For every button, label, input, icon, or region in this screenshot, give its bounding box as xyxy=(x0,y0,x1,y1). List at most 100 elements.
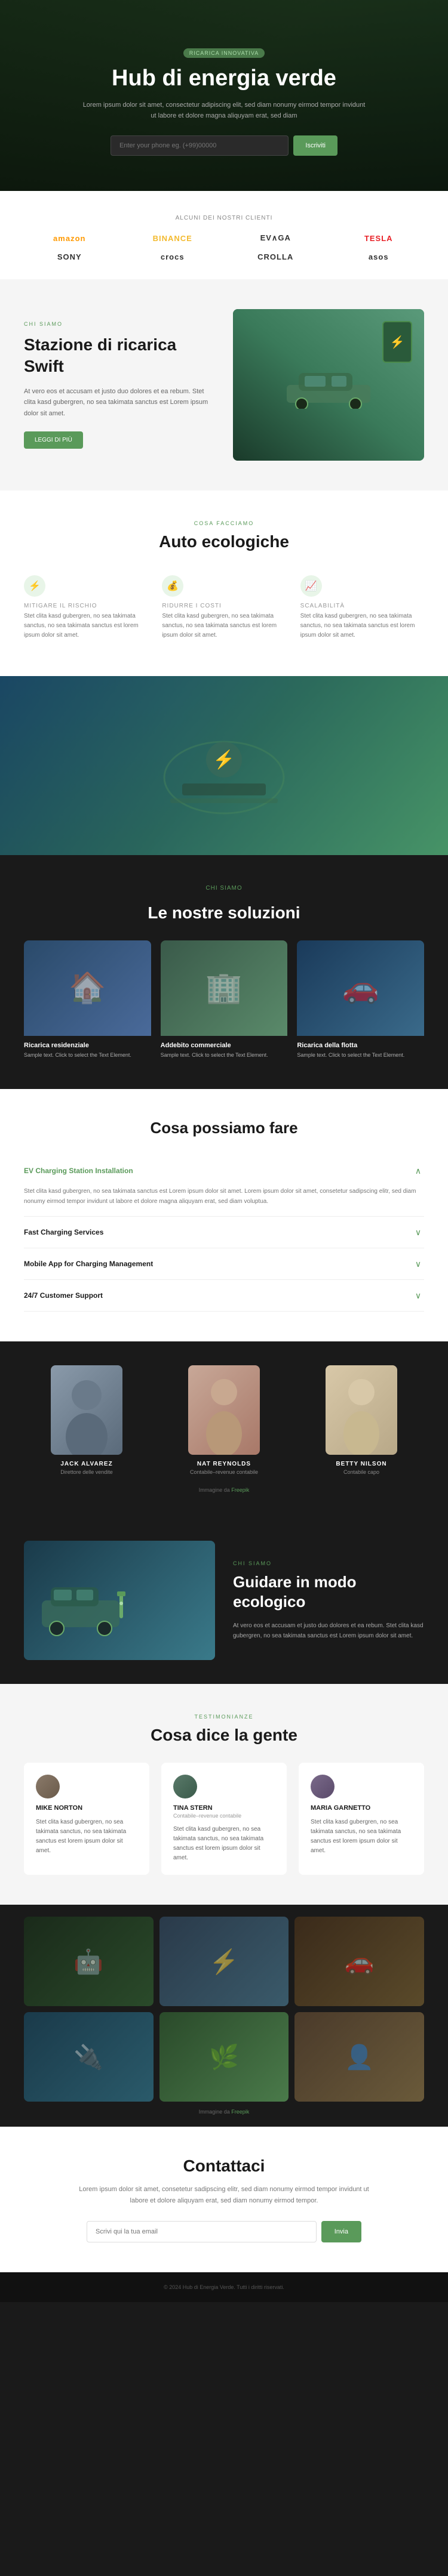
feature-label-2: RIDURRE I COSTI xyxy=(162,603,286,609)
solution-image-1: 🏠 xyxy=(24,940,151,1036)
team-name-2: NAT REYNOLDS xyxy=(161,1461,287,1467)
what-title: Auto ecologiche xyxy=(24,532,424,551)
gallery-image-label: Immagine da Freepik xyxy=(24,2109,424,2115)
hero-description: Lorem ipsum dolor sit amet, consectetur … xyxy=(81,100,367,121)
client-logo-binance: BINANCE xyxy=(153,234,192,243)
charging-icon: ⚡ xyxy=(382,321,412,363)
accordion-icon-2: ∨ xyxy=(412,1226,424,1238)
feature-label-3: SCALABILITÀ xyxy=(300,603,424,609)
feature-label-1: MITIGARE IL RISCHIO xyxy=(24,603,148,609)
accordion-icon-4: ∨ xyxy=(412,1289,424,1301)
testimonial-card-2: TINA STERN Contabile–revenue contabile S… xyxy=(161,1763,287,1875)
clients-grid: amazon BINANCE EV∧GA TESLA SONY crocs CR… xyxy=(24,233,424,261)
solution-icon-3: 🚗 xyxy=(297,940,424,1036)
clients-section: Alcuni dei nostri clienti amazon BINANCE… xyxy=(0,191,448,279)
testimonial-role-2: Contabile–revenue contabile xyxy=(173,1813,275,1819)
guide-content: CHI SIAMO Guidare in modo ecologico At v… xyxy=(233,1560,424,1642)
team-photo-3 xyxy=(326,1365,397,1455)
feature-icon-3: 📈 xyxy=(300,575,322,597)
client-logo-tesla: TESLA xyxy=(364,234,393,243)
gallery-image-source[interactable]: Freepik xyxy=(231,2109,249,2115)
solution-icon-2: 🏢 xyxy=(161,940,288,1036)
who-title: Stazione di ricarica Swift xyxy=(24,334,215,378)
hero-form: Iscriviti xyxy=(111,135,337,156)
testimonial-text-2: Stet clita kasd gubergren, no sea takima… xyxy=(173,1825,275,1863)
who-section: CHI SIAMO Stazione di ricarica Swift At … xyxy=(0,279,448,490)
feature-desc-1: Stet clita kasd gubergren, no sea takima… xyxy=(24,612,148,640)
testimonial-name-1: MIKE NORTON xyxy=(36,1804,137,1812)
cando-title: Cosa possiamo fare xyxy=(24,1119,424,1137)
accordion-header-1[interactable]: EV Charging Station Installation ∧ xyxy=(24,1155,424,1186)
testimonial-name-3: MARIA GARNETTO xyxy=(311,1804,412,1812)
testimonial-text-1: Stet clita kasd gubergren, no sea takima… xyxy=(36,1818,137,1856)
team-card-2: NAT REYNOLDS Contabile–revenue contabile xyxy=(161,1365,287,1475)
guide-image-inner xyxy=(24,1541,215,1660)
car-illustration xyxy=(275,361,382,409)
who-description: At vero eos et accusam et justo duo dolo… xyxy=(24,386,215,419)
solutions-label: CHI SIAMO xyxy=(24,885,424,891)
solution-desc-1: Sample text. Click to select the Text El… xyxy=(24,1051,151,1060)
gallery-visual-5: 🌿 xyxy=(159,2012,289,2102)
contact-form: Invia xyxy=(87,2221,361,2242)
contact-submit-button[interactable]: Invia xyxy=(321,2221,361,2242)
guide-ev-svg xyxy=(36,1571,131,1648)
accordion-icon-3: ∨ xyxy=(412,1258,424,1270)
feature-desc-2: Stet clita kasd gubergren, no sea takima… xyxy=(162,612,286,640)
gallery-item-4: 🔌 xyxy=(24,2012,154,2102)
who-image-car: ⚡ xyxy=(233,309,424,461)
phone-input[interactable] xyxy=(111,135,289,156)
hero-cta-button[interactable]: Iscriviti xyxy=(293,135,337,156)
hero-section: RICARICA INNOVATIVA Hub di energia verde… xyxy=(0,0,448,191)
team-image-source[interactable]: Freepik xyxy=(231,1487,249,1493)
hero-title: Hub di energia verde xyxy=(81,65,367,92)
team-grid: JACK ALVAREZ Direttore delle vendite NAT… xyxy=(24,1365,424,1475)
testimonial-avatar-2 xyxy=(173,1775,197,1798)
solution-title-3: Ricarica della flotta xyxy=(297,1042,424,1049)
accordion-header-3[interactable]: Mobile App for Charging Management ∨ xyxy=(24,1248,424,1279)
feature-desc-3: Stet clita kasd gubergren, no sea takima… xyxy=(300,612,424,640)
guide-image xyxy=(24,1541,215,1660)
charging-svg: ⚡ xyxy=(134,706,314,825)
testimonials-section: TESTIMONIANZE Cosa dice la gente MIKE NO… xyxy=(0,1684,448,1905)
accordion-header-2[interactable]: Fast Charging Services ∨ xyxy=(24,1217,424,1248)
guide-description: At vero eos et accusam et justo duo dolo… xyxy=(233,1621,424,1641)
gallery-item-3: 🚗 xyxy=(294,1917,424,2006)
solution-title-2: Addebito commerciale xyxy=(161,1042,288,1049)
testimonial-text-3: Stet clita kasd gubergren, no sea takima… xyxy=(311,1818,412,1856)
gallery-visual-1: 🤖 xyxy=(24,1917,154,2006)
features-grid: ⚡ MITIGARE IL RISCHIO Stet clita kasd gu… xyxy=(24,569,424,646)
accordion-item-2: Fast Charging Services ∨ xyxy=(24,1217,424,1248)
testimonials-label: TESTIMONIANZE xyxy=(24,1714,424,1720)
solution-desc-2: Sample text. Click to select the Text El… xyxy=(161,1051,288,1060)
what-label: COSA FACCIAMO xyxy=(24,520,424,526)
what-section: COSA FACCIAMO Auto ecologiche ⚡ MITIGARE… xyxy=(0,490,448,676)
team-avatar-svg-3 xyxy=(326,1365,397,1455)
team-name-1: JACK ALVAREZ xyxy=(24,1461,149,1467)
who-image: ⚡ xyxy=(233,309,424,461)
cando-section: Cosa possiamo fare EV Charging Station I… xyxy=(0,1089,448,1341)
gallery-item-1: 🤖 xyxy=(24,1917,154,2006)
solution-image-3: 🚗 xyxy=(297,940,424,1036)
feature-icon-1: ⚡ xyxy=(24,575,45,597)
who-label: CHI SIAMO xyxy=(24,321,215,327)
testimonials-title: Cosa dice la gente xyxy=(24,1726,424,1745)
gallery-item-2: ⚡ xyxy=(159,1917,289,2006)
client-logo-evga: EV∧GA xyxy=(260,233,291,243)
contact-email-input[interactable] xyxy=(87,2221,317,2242)
team-name-3: BETTY NILSON xyxy=(299,1461,424,1467)
solution-card-1: 🏠 Ricarica residenziale Sample text. Cli… xyxy=(24,940,151,1060)
team-section: JACK ALVAREZ Direttore delle vendite NAT… xyxy=(0,1341,448,1517)
client-logo-crocs: crocs xyxy=(161,252,185,261)
testimonial-card-1: MIKE NORTON Stet clita kasd gubergren, n… xyxy=(24,1763,149,1875)
hero-content: RICARICA INNOVATIVA Hub di energia verde… xyxy=(81,47,367,156)
solution-title-1: Ricarica residenziale xyxy=(24,1042,151,1049)
accordion-title-3: Mobile App for Charging Management xyxy=(24,1260,153,1268)
accordion-header-4[interactable]: 24/7 Customer Support ∨ xyxy=(24,1280,424,1311)
contact-description: Lorem ipsum dolor sit amet, consetetur s… xyxy=(75,2184,373,2206)
svg-text:⚡: ⚡ xyxy=(213,749,235,770)
guide-title: Guidare in modo ecologico xyxy=(233,1572,424,1613)
contact-section: Contattaci Lorem ipsum dolor sit amet, c… xyxy=(0,2127,448,2272)
who-cta-button[interactable]: LEGGI DI PIÙ xyxy=(24,431,83,449)
client-logo-amazon: amazon xyxy=(53,234,85,243)
guide-label: CHI SIAMO xyxy=(233,1560,424,1566)
